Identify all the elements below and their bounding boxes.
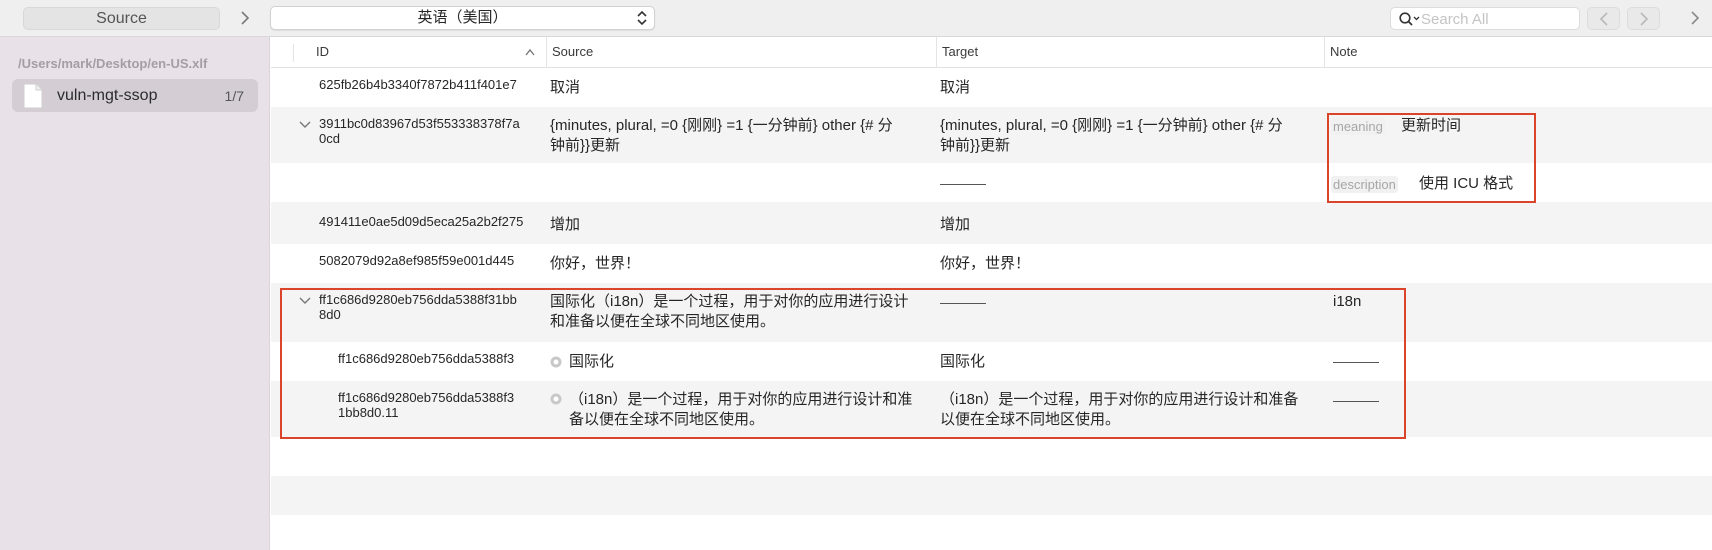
row-source-line: 和准备以便在全球不同地区使用。 xyxy=(550,313,776,330)
empty-note-dash xyxy=(1333,362,1379,363)
column-header-source[interactable]: Source xyxy=(546,37,936,68)
row-target[interactable]: 增加 xyxy=(940,215,970,235)
chevron-down-icon[interactable] xyxy=(299,297,311,305)
sidebar-item-file[interactable]: vuln-mgt-ssop 1/7 xyxy=(12,79,258,112)
table-row[interactable]: 625fb26b4b3340f7872b411f401e7 取消 取消 xyxy=(271,68,1712,107)
search-icon[interactable] xyxy=(1398,11,1422,27)
file-progress-count: 1/7 xyxy=(224,88,244,104)
chevron-right-icon[interactable] xyxy=(238,9,252,27)
table-row[interactable]: 5082079d92a8ef985f59e001d445 你好，世界！ 你好，世… xyxy=(271,244,1712,283)
row-id-line: ff1c686d9280eb756dda5388f31bb xyxy=(319,292,517,307)
note-description-value[interactable]: 使用 ICU 格式 xyxy=(1419,174,1513,194)
column-header-note[interactable]: Note xyxy=(1324,37,1712,68)
row-id-line: 0cd xyxy=(319,131,340,146)
search-box[interactable] xyxy=(1390,7,1580,30)
sidebar: /Users/mark/Desktop/en-US.xlf vuln-mgt-s… xyxy=(0,37,270,550)
table-row[interactable]: ff1c686d9280eb756dda5388f3 国际化 国际化 xyxy=(271,342,1712,381)
row-source[interactable]: {minutes, plural, =0 {刚刚} =1 {一分钟前} othe… xyxy=(550,116,893,156)
chevron-down-icon[interactable] xyxy=(299,121,311,129)
row-source[interactable]: 国际化（i18n）是一个过程，用于对你的应用进行设计 和准备以便在全球不同地区使… xyxy=(550,292,908,332)
row-target[interactable]: 国际化 xyxy=(940,352,985,372)
table-row[interactable]: ff1c686d9280eb756dda5388f31bb 8d0 国际化（i1… xyxy=(271,283,1712,342)
row-source[interactable]: 增加 xyxy=(550,215,580,235)
file-path: /Users/mark/Desktop/en-US.xlf xyxy=(18,56,208,71)
column-header-target[interactable]: Target xyxy=(936,37,1324,68)
row-source[interactable]: 你好，世界！ xyxy=(550,254,640,274)
row-source[interactable]: （i18n）是一个过程，用于对你的应用进行设计和准 备以便在全球不同地区使用。 xyxy=(569,390,912,430)
row-target-line: 以便在全球不同地区使用。 xyxy=(940,411,1121,428)
note-meaning-value[interactable]: 更新时间 xyxy=(1401,116,1461,136)
row-target[interactable]: 取消 xyxy=(940,78,970,98)
note-description-tag: description xyxy=(1331,176,1398,193)
source-button[interactable]: Source xyxy=(23,7,220,30)
translation-table: ID Source Target Note 625fb26b4b3340f787… xyxy=(271,37,1712,550)
row-id-line: 8d0 xyxy=(319,307,341,322)
sort-ascending-icon[interactable] xyxy=(525,48,535,56)
row-id-line: ff1c686d9280eb756dda5388f3 xyxy=(338,390,515,405)
row-source-line: {minutes, plural, =0 {刚刚} =1 {一分钟前} othe… xyxy=(550,117,893,134)
row-source-line: 钟前}}更新 xyxy=(550,137,621,154)
row-source[interactable]: 国际化 xyxy=(569,352,614,372)
row-source-line: 备以便在全球不同地区使用。 xyxy=(569,411,765,428)
search-input[interactable] xyxy=(1421,10,1573,28)
row-id: ff1c686d9280eb756dda5388f3 xyxy=(338,351,515,366)
row-target[interactable]: {minutes, plural, =0 {刚刚} =1 {一分钟前} othe… xyxy=(940,116,1283,156)
empty-row xyxy=(271,437,1712,476)
empty-note-dash xyxy=(1333,401,1379,402)
row-id-line: 3911bc0d83967d53f553338378f7a xyxy=(319,116,520,131)
row-id: ff1c686d9280eb756dda5388f31bb 8d0 xyxy=(319,292,517,322)
document-icon xyxy=(23,83,43,109)
table-header: ID Source Target Note xyxy=(271,37,1712,68)
column-header-target-label: Target xyxy=(942,44,979,59)
column-header-note-label: Note xyxy=(1330,44,1358,59)
language-select[interactable]: 英语（美国） xyxy=(270,6,655,30)
row-id: ff1c686d9280eb756dda5388f3 1bb8d0.11 xyxy=(338,390,514,420)
previous-button[interactable] xyxy=(1587,7,1620,30)
empty-target-dash xyxy=(940,303,986,304)
updown-chevron-icon xyxy=(637,10,647,26)
row-source-line: 国际化（i18n）是一个过程，用于对你的应用进行设计 xyxy=(550,293,909,310)
row-id: 5082079d92a8ef985f59e001d445 xyxy=(319,253,515,268)
row-id-line: 1bb8d0.11 xyxy=(338,405,399,420)
row-target[interactable]: （i18n）是一个过程，用于对你的应用进行设计和准备 以便在全球不同地区使用。 xyxy=(940,390,1298,430)
row-target-line: （i18n）是一个过程，用于对你的应用进行设计和准备 xyxy=(940,391,1299,408)
table-row[interactable]: 491411e0ae5d09d5eca25a2b2f275 增加 增加 xyxy=(271,205,1712,244)
table-row[interactable]: 3911bc0d83967d53f553338378f7a 0cd {minut… xyxy=(271,107,1712,205)
next-button[interactable] xyxy=(1627,7,1660,30)
segment-dot-icon xyxy=(550,393,562,405)
table-row[interactable]: ff1c686d9280eb756dda5388f3 1bb8d0.11 （i1… xyxy=(271,381,1712,437)
empty-row xyxy=(271,476,1712,515)
row-target[interactable]: 你好，世界！ xyxy=(940,254,1030,274)
file-name: vuln-mgt-ssop xyxy=(57,87,158,104)
note-meaning-tag: meaning xyxy=(1331,118,1385,135)
column-divider xyxy=(293,44,294,62)
empty-row xyxy=(271,515,1712,550)
empty-target-dash xyxy=(940,184,986,185)
row-target-line: {minutes, plural, =0 {刚刚} =1 {一分钟前} othe… xyxy=(940,117,1283,134)
toolbar: Source 英语（美国） xyxy=(0,0,1712,37)
row-source[interactable]: 取消 xyxy=(550,78,580,98)
column-header-source-label: Source xyxy=(552,44,594,59)
row-id: 3911bc0d83967d53f553338378f7a 0cd xyxy=(319,116,520,146)
chevron-right-icon xyxy=(1640,12,1649,26)
segment-dot-icon xyxy=(550,356,562,368)
language-value: 英语（美国） xyxy=(417,9,508,26)
row-target-line: 钟前}}更新 xyxy=(940,137,1011,154)
chevron-left-icon xyxy=(1599,12,1608,26)
chevron-right-icon[interactable] xyxy=(1688,9,1702,27)
column-header-id-label: ID xyxy=(316,44,329,59)
row-source-line: （i18n）是一个过程，用于对你的应用进行设计和准 xyxy=(569,391,913,408)
column-header-id[interactable]: ID xyxy=(311,37,541,68)
row-note[interactable]: i18n xyxy=(1333,292,1361,312)
row-id: 625fb26b4b3340f7872b411f401e7 xyxy=(319,77,517,92)
row-id: 491411e0ae5d09d5eca25a2b2f275 xyxy=(319,214,524,229)
